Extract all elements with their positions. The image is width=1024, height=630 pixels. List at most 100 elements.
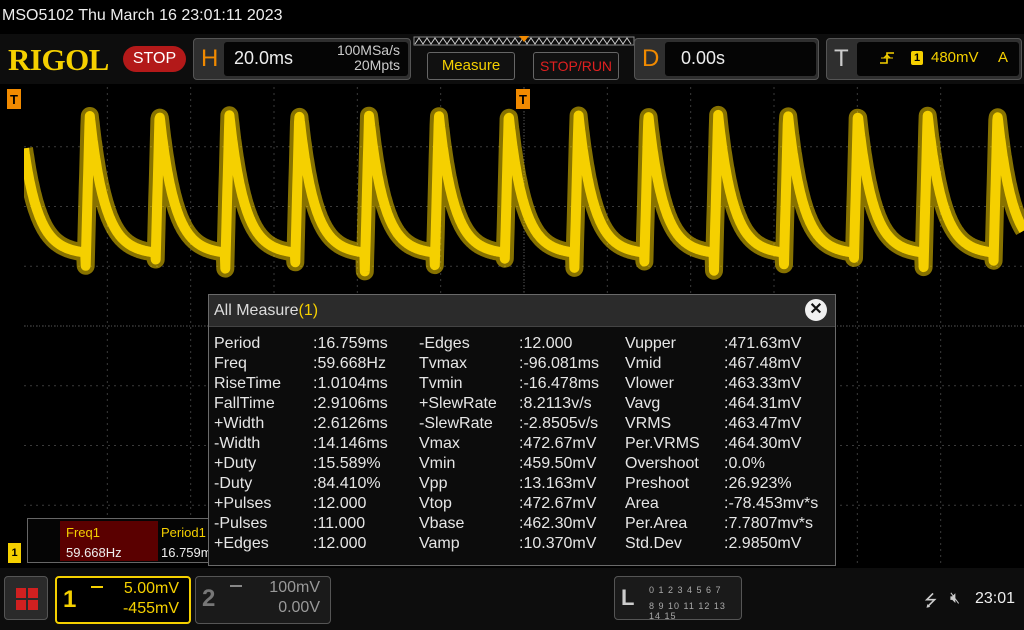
top-toolbar: RIGOL STOP H 20.0ms 100MSa/s 20Mpts Meas… [0, 34, 1024, 84]
measurement-name: -Pulses [214, 515, 268, 532]
measurement-value: :2.9850mV [724, 535, 802, 552]
horizontal-panel[interactable]: H 20.0ms 100MSa/s 20Mpts [193, 38, 411, 80]
dc-coupling-icon [91, 586, 103, 592]
measurement-name: Preshoot [625, 475, 690, 492]
stat-period-value: 16.759m [161, 545, 212, 560]
measurement-name: +SlewRate [419, 395, 497, 412]
rising-edge-icon [880, 52, 894, 64]
measurement-value: :2.9106ms [313, 395, 388, 412]
speaker-muted-icon[interactable]: 🔇︎ [950, 590, 960, 608]
measurement-name: RiseTime [214, 375, 281, 392]
measurement-name: +Pulses [214, 495, 272, 512]
usb-icon: ⭍ [924, 593, 938, 610]
delay-letter: D [642, 45, 660, 72]
measurement-name: -Edges [419, 335, 470, 352]
measurement-value: :-2.8505v/s [519, 415, 599, 432]
timebase-value: 20.0ms [234, 48, 294, 68]
measurement-name: +Edges [214, 535, 269, 552]
top-marker-label: T [519, 92, 527, 107]
title-line: MSO5102 Thu March 16 23:01:11 2023 [0, 0, 1024, 34]
measurement-name: -Duty [214, 475, 253, 492]
measure-button[interactable]: Measure [427, 52, 515, 80]
measurement-name: Tvmin [419, 375, 463, 392]
measurement-name: Vupper [625, 335, 676, 352]
clock: 23:01 [975, 590, 1016, 607]
measurement-value: :14.146ms [313, 435, 388, 452]
rigol-logo: RIGOL [8, 42, 109, 77]
measurement-name: Overshoot [625, 455, 699, 472]
memory-depth: 20Mpts [354, 57, 400, 73]
measurement-value: :464.31mV [724, 395, 802, 412]
trigger-position-marker-top: T [516, 89, 530, 109]
measurement-value: :12.000 [313, 495, 367, 512]
measurement-value: :463.47mV [724, 415, 802, 432]
memory-position-indicator [413, 36, 635, 46]
left-marker-label: T [10, 92, 18, 107]
channel1-number: 1 [63, 586, 77, 613]
measurement-name: Vlower [625, 375, 674, 392]
measurement-value: :472.67mV [519, 435, 597, 452]
measurement-value: :12.000 [313, 535, 367, 552]
measurement-name: FallTime [214, 395, 275, 412]
trigger-mode: A [998, 49, 1009, 66]
measurement-value: :7.7807mv*s [724, 515, 813, 532]
measurement-value: :15.589% [313, 455, 381, 472]
la-channels-row1: 0 1 2 3 4 5 6 7 [649, 585, 722, 595]
all-measure-title-text: All Measure [214, 302, 299, 319]
measurement-value: :8.2113v/s [519, 395, 592, 412]
channel2-scale: 100mV [269, 579, 320, 596]
measurement-name: Vavg [625, 395, 661, 412]
all-measure-title: All Measure(1) [214, 302, 318, 320]
stat-freq-label: Freq1 [66, 525, 100, 540]
trigger-letter: T [834, 45, 849, 72]
measurement-name: Vpp [419, 475, 448, 492]
measurement-value: :0.0% [724, 455, 765, 472]
measurement-name: Per.VRMS [625, 435, 700, 452]
horizontal-letter: H [201, 45, 219, 72]
delay-value: 0.00s [681, 48, 726, 68]
measurement-name: Vmid [625, 355, 662, 372]
measurement-value: :84.410% [313, 475, 381, 492]
measurement-stat-panel: Freq1 59.668Hz Period1 16.759m [27, 518, 217, 563]
measurement-name: -Width [214, 435, 261, 452]
measurement-value: :59.668Hz [313, 355, 386, 372]
measurement-value: :464.30mV [724, 435, 802, 452]
logic-analyzer-panel[interactable]: L 0 1 2 3 4 5 6 7 8 9 10 11 12 13 14 15 [614, 576, 742, 621]
measurement-name: Vbase [419, 515, 465, 532]
measurement-value: :-16.478ms [519, 375, 600, 392]
stop-run-button[interactable]: STOP/RUN [533, 52, 619, 80]
measurement-name: Period [214, 335, 261, 352]
delay-panel[interactable]: D 0.00s [634, 38, 819, 80]
all-measure-header: All Measure(1) ✕ [209, 295, 835, 327]
measurement-value: :13.163mV [519, 475, 597, 492]
measurement-value: :-96.081ms [519, 355, 600, 372]
run-state-badge[interactable]: STOP [123, 46, 186, 72]
measurement-name: -SlewRate [419, 415, 493, 432]
sample-rate: 100MSa/s [336, 42, 400, 58]
menu-grid-icon [16, 588, 38, 610]
measurement-name: Vmin [419, 455, 456, 472]
channel1-ground-marker[interactable]: 1 [8, 543, 21, 563]
all-measure-window: All Measure(1) ✕ Period:16.759ms -Edges:1… [208, 294, 836, 566]
measurement-value: :1.0104ms [313, 375, 388, 392]
menu-button[interactable] [4, 576, 48, 620]
measurement-name: +Duty [214, 455, 257, 472]
measurement-value: :-78.453mv*s [724, 495, 819, 512]
measurement-value: :471.63mV [724, 335, 802, 352]
measurement-value: :26.923% [724, 475, 792, 492]
channel2-settings[interactable]: 2 100mV 0.00V [195, 576, 331, 624]
trigger-level: 480mV [931, 49, 979, 66]
measurement-value: :462.30mV [519, 515, 597, 532]
trigger-panel[interactable]: T 1 480mV A [826, 38, 1022, 80]
measurement-name: Area [625, 495, 659, 512]
measurement-value: :467.48mV [724, 355, 802, 372]
channel1-scale: 5.00mV [123, 580, 179, 597]
channel2-offset: 0.00V [278, 599, 320, 616]
stat-period-label: Period1 [161, 525, 206, 540]
model-datetime: MSO5102 Thu March 16 23:01:11 2023 [2, 7, 283, 24]
channel1-settings[interactable]: 1 5.00mV -455mV [55, 576, 191, 624]
measurement-name: Freq [214, 355, 247, 372]
close-icon[interactable]: ✕ [805, 299, 827, 321]
measurement-name: Per.Area [625, 515, 688, 532]
all-measure-count: (1) [298, 302, 319, 319]
